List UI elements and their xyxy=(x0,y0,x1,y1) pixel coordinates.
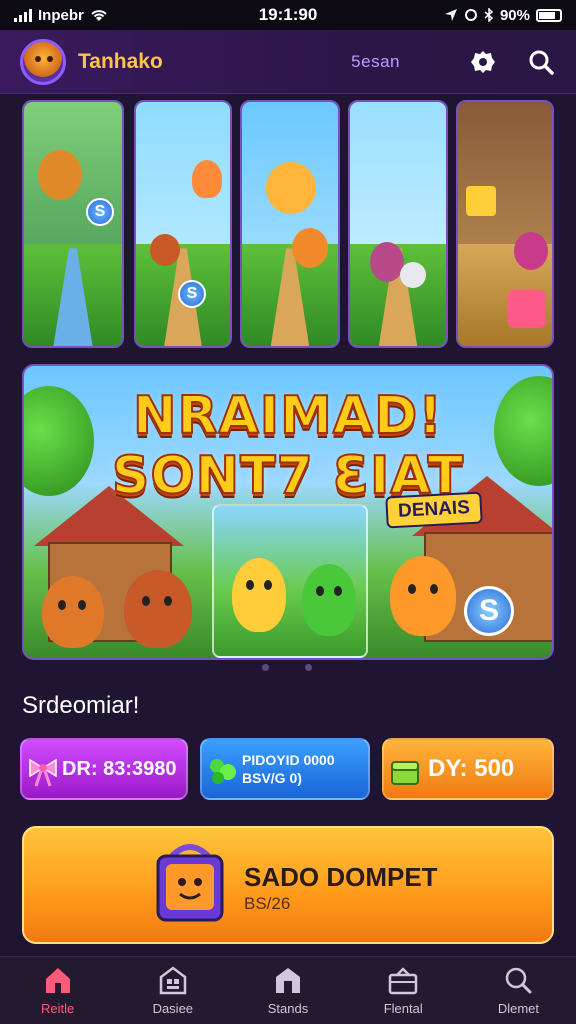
bottom-tab-bar: Reitle Dasiee Stands Flental Dlemet xyxy=(0,956,576,1024)
tab-home[interactable]: Reitle xyxy=(0,957,115,1024)
tab-case[interactable]: Flental xyxy=(346,957,461,1024)
tab-search[interactable]: Dlemet xyxy=(461,957,576,1024)
carrier-label: Inpebr xyxy=(38,6,84,24)
reward-chip-sublabel: BSV/G 0) xyxy=(242,770,302,786)
tab-label: Stands xyxy=(267,1001,309,1016)
status-time: 19:1:90 xyxy=(258,5,318,24)
game-card[interactable]: S xyxy=(22,100,124,348)
wallet-character-icon xyxy=(156,844,224,922)
coin-icon: S xyxy=(86,198,114,226)
status-bar: Inpebr 19:1:90 90% xyxy=(0,0,576,30)
reward-chip-gem[interactable]: PIDOYID 0000 BSV/G 0) xyxy=(200,738,370,800)
tab-label: Dlemet xyxy=(497,1001,539,1016)
game-card[interactable] xyxy=(456,100,554,348)
game-carousel: S S xyxy=(22,100,554,350)
avatar[interactable] xyxy=(20,38,66,85)
reward-chip-label: PIDOYID 0000 xyxy=(242,752,335,768)
alarm-icon xyxy=(464,9,477,21)
banner-panel xyxy=(212,504,368,658)
bluetooth-icon xyxy=(484,8,494,22)
app-title: Tanhako xyxy=(78,49,163,73)
gem-icon xyxy=(210,759,236,784)
tab-label: Dasiee xyxy=(152,1001,194,1016)
banner-badge: DENAIS xyxy=(385,491,483,529)
character-cat xyxy=(390,556,456,636)
gear-icon[interactable] xyxy=(468,47,498,77)
app-header: Tanhako 5esan xyxy=(0,30,576,94)
section-title: Srdeomiar! xyxy=(22,692,140,719)
cta-subtitle: BS/26 xyxy=(244,894,291,913)
chest-icon xyxy=(391,761,419,785)
home-icon xyxy=(45,968,70,993)
tab-building[interactable]: Dasiee xyxy=(115,957,230,1024)
season-link[interactable]: 5esan xyxy=(351,52,400,72)
tab-label: Reitle xyxy=(40,1001,75,1016)
reward-chips: DR: 83:3980 PIDOYID 0000 BSV/G 0) DY: 50… xyxy=(20,738,556,802)
bow-icon xyxy=(29,758,57,787)
battery-percent: 90% xyxy=(499,6,530,24)
signal-icon xyxy=(14,8,32,22)
location-icon xyxy=(444,9,457,21)
reward-chip-chest[interactable]: DY: 500 xyxy=(382,738,554,800)
reward-chip-bow[interactable]: DR: 83:3980 xyxy=(20,738,188,800)
carousel-dots[interactable] xyxy=(262,664,312,671)
wallet-cta-button[interactable]: SADO DOMPET BS/26 xyxy=(22,826,554,944)
battery-icon xyxy=(536,8,562,22)
coin-icon: S xyxy=(464,586,514,636)
coin-icon: S xyxy=(178,280,206,308)
search-icon xyxy=(506,967,532,994)
game-card[interactable]: S xyxy=(134,100,232,348)
store-icon xyxy=(276,968,300,993)
tab-store[interactable]: Stands xyxy=(230,957,345,1024)
reward-chip-label: DY: 500 xyxy=(428,755,515,782)
character-fox xyxy=(42,576,104,648)
character-bear xyxy=(124,570,192,648)
building-icon xyxy=(159,966,187,995)
game-card[interactable] xyxy=(348,100,448,348)
reward-chip-label: DR: 83:3980 xyxy=(62,757,177,780)
search-icon[interactable] xyxy=(526,47,556,77)
cta-title: SADO DOMPET xyxy=(244,862,438,892)
case-icon xyxy=(388,967,418,995)
banner-title-line1: NRAIMAD! xyxy=(132,385,444,447)
tab-label: Flental xyxy=(383,1001,423,1016)
wifi-icon xyxy=(91,10,107,21)
game-card[interactable] xyxy=(240,100,340,348)
